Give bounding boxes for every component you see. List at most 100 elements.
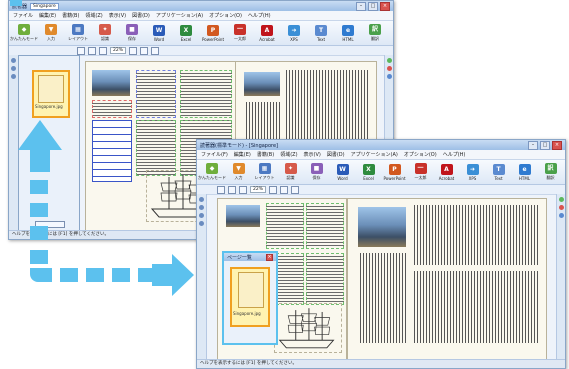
menu-edit[interactable]: 編集(E) xyxy=(234,151,251,158)
word-button[interactable]: W Word xyxy=(331,163,354,181)
ichitaro-button[interactable]: 一一太郎 xyxy=(409,163,432,181)
acrobat-button[interactable]: A Acrobat xyxy=(435,163,458,181)
tool-icon[interactable] xyxy=(558,205,564,210)
front-right-page xyxy=(347,198,547,360)
recognize-button[interactable]: ✦ 認識 xyxy=(279,163,302,181)
floating-panel-titlebar[interactable]: ページ一覧 × xyxy=(224,253,276,261)
zoom-in-icon[interactable] xyxy=(88,46,96,55)
xps-button[interactable]: ➜ XPS xyxy=(461,163,484,181)
tool-icon[interactable] xyxy=(11,58,16,63)
menu-region[interactable]: 領域(Z) xyxy=(85,12,102,19)
front-titlebar[interactable]: 読著器(標準モード) - [Singapore] – □ × xyxy=(197,140,565,150)
page-thumbnail-selected[interactable]: Singapore.jpg xyxy=(230,267,270,327)
excel-button[interactable]: X Excel xyxy=(174,24,198,42)
excel-button[interactable]: X Excel xyxy=(357,163,380,181)
input-button[interactable]: ▼ 入力 xyxy=(39,24,63,42)
layout-view-icon[interactable] xyxy=(151,46,160,55)
menu-view[interactable]: 表示(V) xyxy=(109,12,126,19)
text-region[interactable] xyxy=(266,203,304,249)
text-region[interactable] xyxy=(306,253,344,305)
zoom-out-icon[interactable] xyxy=(99,46,107,55)
minimize-button[interactable]: – xyxy=(528,140,538,150)
back-titlebar[interactable]: 読著器 Singapore – □ × xyxy=(9,1,393,11)
powerpoint-button[interactable]: P PowerPoint xyxy=(383,163,406,181)
tool-icon[interactable] xyxy=(386,66,392,71)
tool-icon[interactable] xyxy=(558,197,564,202)
menu-region[interactable]: 領域(Z) xyxy=(280,151,297,158)
grid-icon[interactable] xyxy=(280,185,289,194)
menu-help[interactable]: ヘルプ(H) xyxy=(248,12,271,19)
panel-close-button[interactable]: × xyxy=(266,253,273,261)
text-button[interactable]: T Text xyxy=(309,24,333,42)
easy-mode-button[interactable]: ◆ かんたんモード xyxy=(10,24,38,42)
toolbar-label: XPS xyxy=(468,175,477,181)
acrobat-button[interactable]: A Acrobat xyxy=(255,24,279,42)
recognize-button[interactable]: ✦ 認識 xyxy=(93,24,117,42)
menu-application[interactable]: アプリケーション(A) xyxy=(156,12,203,19)
html-button[interactable]: e HTML xyxy=(336,24,360,42)
easy-mode-button[interactable]: ◆ かんたんモード xyxy=(198,163,226,181)
menu-file[interactable]: ファイル(F) xyxy=(201,151,228,158)
zoom-in-icon[interactable] xyxy=(228,185,236,194)
tool-icon[interactable] xyxy=(11,66,16,71)
page-tool-icon[interactable] xyxy=(217,185,225,194)
xps-button[interactable]: ➜ XPS xyxy=(282,24,306,42)
fit-icon[interactable] xyxy=(129,46,138,55)
input-button[interactable]: ▼ 入力 xyxy=(227,163,250,181)
translate-button[interactable]: 訳翻訳 xyxy=(539,163,562,181)
powerpoint-button[interactable]: P PowerPoint xyxy=(201,24,225,42)
toolbar-label: Text xyxy=(494,175,503,181)
menu-help[interactable]: ヘルプ(H) xyxy=(443,151,466,158)
menu-options[interactable]: オプション(O) xyxy=(404,151,437,158)
tool-icon[interactable] xyxy=(11,74,16,79)
tool-icon[interactable] xyxy=(199,213,204,218)
html-button[interactable]: e HTML xyxy=(513,163,536,181)
zoom-select[interactable]: 22% xyxy=(110,47,127,54)
maximize-button[interactable]: □ xyxy=(540,140,550,150)
menu-book[interactable]: 書籍(B) xyxy=(62,12,79,19)
layout-view-icon[interactable] xyxy=(291,185,300,194)
menu-book[interactable]: 書籍(B) xyxy=(257,151,274,158)
page-tool-icon[interactable] xyxy=(77,46,85,55)
layout-button[interactable]: ▦ レイアウト xyxy=(66,24,90,42)
text-region[interactable] xyxy=(306,203,344,249)
table-region[interactable] xyxy=(92,120,132,182)
grid-icon[interactable] xyxy=(140,46,149,55)
tool-icon[interactable] xyxy=(386,58,392,63)
fit-icon[interactable] xyxy=(269,185,278,194)
floating-page-list-panel[interactable]: ページ一覧 × Singapore.jpg xyxy=(222,251,278,345)
menu-library[interactable]: 図書(D) xyxy=(327,151,345,158)
close-button[interactable]: × xyxy=(552,140,562,150)
text-region[interactable] xyxy=(136,120,176,176)
ichitaro-button[interactable]: 一一太郎 xyxy=(228,24,252,42)
word-button[interactable]: W Word xyxy=(147,24,171,42)
tool-icon[interactable] xyxy=(199,205,204,210)
text-button[interactable]: T Text xyxy=(487,163,510,181)
text-region[interactable] xyxy=(180,70,232,118)
page-thumbnail-selected[interactable]: Singapore.jpg xyxy=(32,70,70,118)
tool-icon[interactable] xyxy=(558,213,564,218)
zoom-out-icon[interactable] xyxy=(239,185,247,194)
minimize-button[interactable]: – xyxy=(356,1,366,11)
menu-edit[interactable]: 編集(E) xyxy=(39,12,56,19)
tool-icon[interactable] xyxy=(386,74,392,79)
menu-view[interactable]: 表示(V) xyxy=(304,151,321,158)
text-region[interactable] xyxy=(92,100,132,118)
back-window-tab[interactable]: Singapore xyxy=(30,2,59,10)
front-right-tools xyxy=(556,194,565,359)
toolbar-label: HTML xyxy=(518,175,531,181)
translate-button[interactable]: 訳翻訳 xyxy=(363,24,387,42)
close-button[interactable]: × xyxy=(380,1,390,11)
layout-button[interactable]: ▦ レイアウト xyxy=(253,163,276,181)
menu-options[interactable]: オプション(O) xyxy=(209,12,242,19)
menu-application[interactable]: アプリケーション(A) xyxy=(351,151,398,158)
save-button[interactable]: ■ 保存 xyxy=(120,24,144,42)
menu-library[interactable]: 図書(D) xyxy=(132,12,150,19)
tool-icon[interactable] xyxy=(199,221,204,226)
save-button[interactable]: ■ 保存 xyxy=(305,163,328,181)
text-region[interactable] xyxy=(136,70,176,118)
tool-icon[interactable] xyxy=(199,197,204,202)
menu-file[interactable]: ファイル xyxy=(13,12,33,19)
maximize-button[interactable]: □ xyxy=(368,1,378,11)
zoom-select[interactable]: 22% xyxy=(250,186,267,193)
